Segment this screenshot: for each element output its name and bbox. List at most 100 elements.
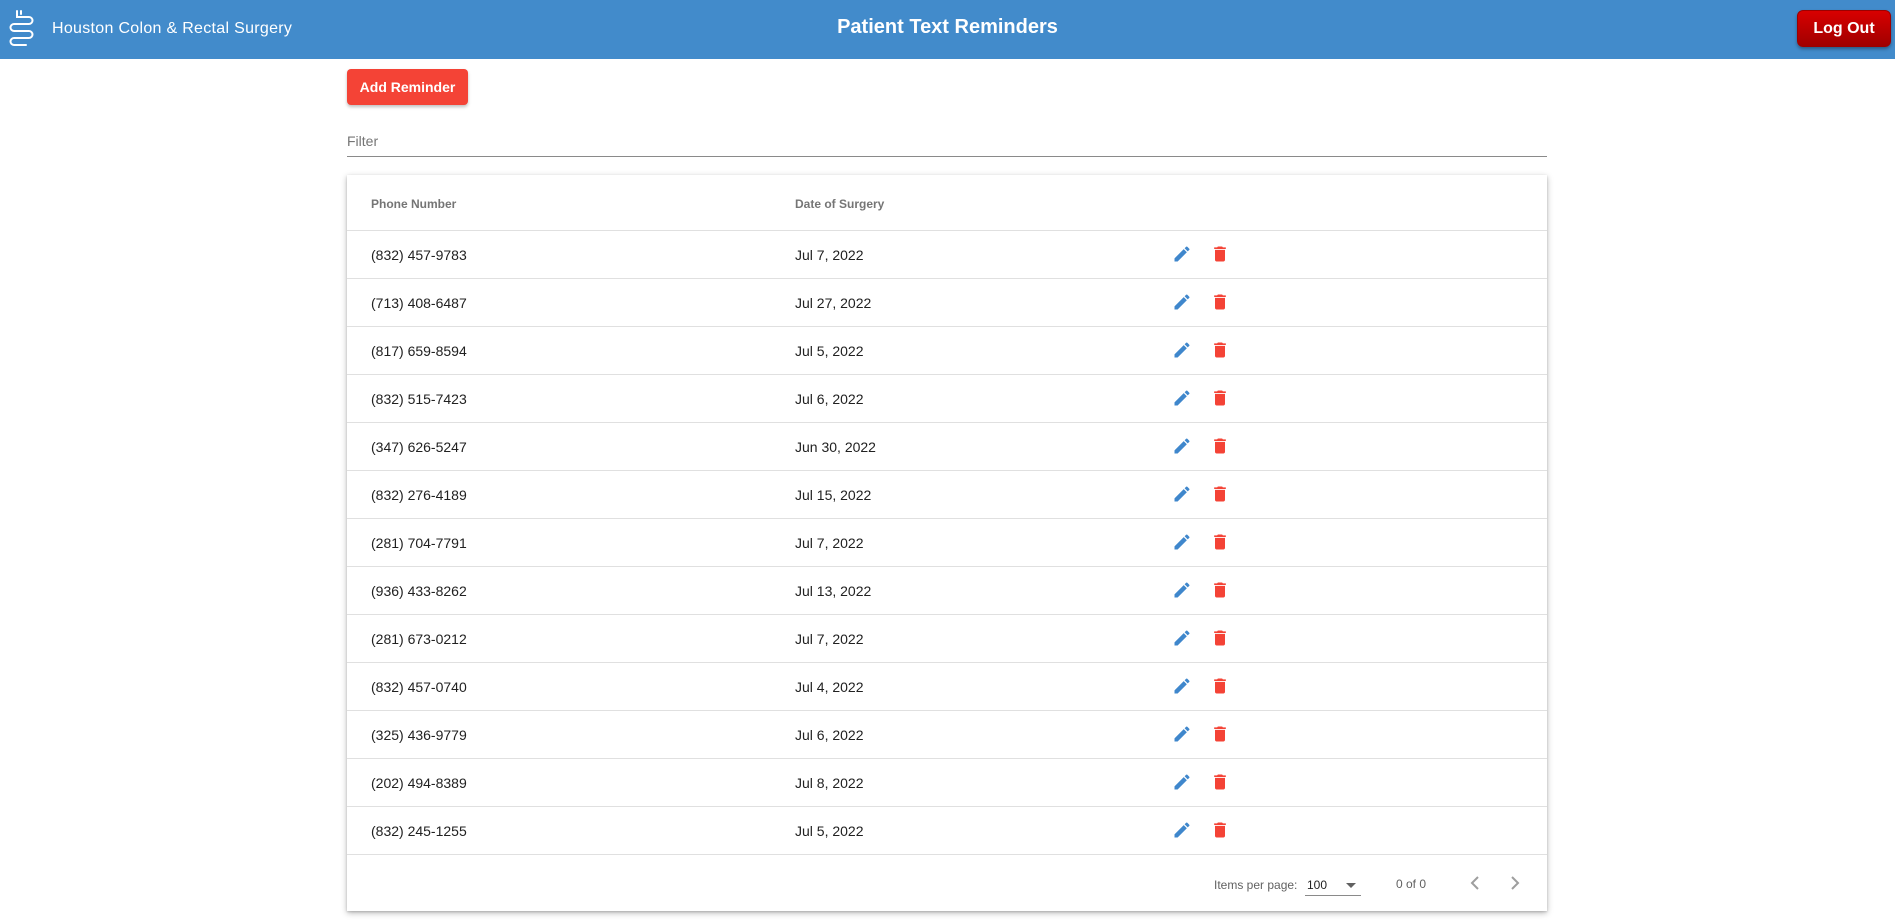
phone-number-cell: (832) 245-1255 <box>371 823 467 839</box>
row-actions <box>1170 531 1232 555</box>
trash-icon <box>1210 580 1230 603</box>
trash-icon <box>1210 484 1230 507</box>
phone-number-cell: (936) 433-8262 <box>371 583 467 599</box>
delete-button[interactable] <box>1208 243 1232 267</box>
edit-button[interactable] <box>1170 483 1194 507</box>
table-row: (202) 494-8389 Jul 8, 2022 <box>347 759 1547 807</box>
surgery-date-cell: Jul 6, 2022 <box>795 391 864 407</box>
top-bar: Houston Colon & Rectal Surgery Patient T… <box>0 0 1895 59</box>
paginator: Items per page: 100 0 of 0 <box>347 856 1547 911</box>
row-actions <box>1170 675 1232 699</box>
pencil-icon <box>1172 388 1192 411</box>
row-actions <box>1170 243 1232 267</box>
surgery-date-cell: Jul 8, 2022 <box>795 775 864 791</box>
page-title: Patient Text Reminders <box>837 16 1058 38</box>
filter-input[interactable] <box>347 128 1547 154</box>
row-actions <box>1170 723 1232 747</box>
trash-icon <box>1210 436 1230 459</box>
delete-button[interactable] <box>1208 387 1232 411</box>
pencil-icon <box>1172 772 1192 795</box>
edit-button[interactable] <box>1170 531 1194 555</box>
table-row: (281) 704-7791 Jul 7, 2022 <box>347 519 1547 567</box>
table-row: (817) 659-8594 Jul 5, 2022 <box>347 327 1547 375</box>
delete-button[interactable] <box>1208 819 1232 843</box>
row-actions <box>1170 819 1232 843</box>
pencil-icon <box>1172 724 1192 747</box>
delete-button[interactable] <box>1208 339 1232 363</box>
surgery-date-cell: Jul 4, 2022 <box>795 679 864 695</box>
surgery-date-cell: Jul 5, 2022 <box>795 823 864 839</box>
logout-button[interactable]: Log Out <box>1797 10 1891 47</box>
phone-number-cell: (325) 436-9779 <box>371 727 467 743</box>
pencil-icon <box>1172 580 1192 603</box>
delete-button[interactable] <box>1208 723 1232 747</box>
delete-button[interactable] <box>1208 579 1232 603</box>
page-range-label: 0 of 0 <box>1396 877 1427 891</box>
row-actions <box>1170 771 1232 795</box>
pencil-icon <box>1172 820 1192 843</box>
delete-button[interactable] <box>1208 531 1232 555</box>
table-row: (832) 276-4189 Jul 15, 2022 <box>347 471 1547 519</box>
row-actions <box>1170 291 1232 315</box>
edit-button[interactable] <box>1170 339 1194 363</box>
delete-button[interactable] <box>1208 435 1232 459</box>
surgery-date-cell: Jul 13, 2022 <box>795 583 872 599</box>
edit-button[interactable] <box>1170 435 1194 459</box>
table-row: (832) 245-1255 Jul 5, 2022 <box>347 807 1547 855</box>
phone-number-cell: (832) 515-7423 <box>371 391 467 407</box>
chevron-right-icon <box>1503 876 1527 898</box>
edit-button[interactable] <box>1170 819 1194 843</box>
phone-number-cell: (281) 704-7791 <box>371 535 467 551</box>
edit-button[interactable] <box>1170 627 1194 651</box>
filter-field[interactable] <box>347 128 1547 157</box>
phone-number-cell: (832) 457-9783 <box>371 247 467 263</box>
trash-icon <box>1210 676 1230 699</box>
edit-button[interactable] <box>1170 387 1194 411</box>
trash-icon <box>1210 388 1230 411</box>
chevron-left-icon <box>1463 876 1487 898</box>
edit-button[interactable] <box>1170 771 1194 795</box>
edit-button[interactable] <box>1170 675 1194 699</box>
trash-icon <box>1210 724 1230 747</box>
edit-button[interactable] <box>1170 723 1194 747</box>
edit-button[interactable] <box>1170 579 1194 603</box>
delete-button[interactable] <box>1208 771 1232 795</box>
surgery-date-cell: Jul 6, 2022 <box>795 727 864 743</box>
pencil-icon <box>1172 676 1192 699</box>
phone-number-cell: (347) 626-5247 <box>371 439 467 455</box>
edit-button[interactable] <box>1170 243 1194 267</box>
delete-button[interactable] <box>1208 675 1232 699</box>
table-header: Phone Number Date of Surgery <box>347 175 1547 231</box>
table-row: (713) 408-6487 Jul 27, 2022 <box>347 279 1547 327</box>
trash-icon <box>1210 244 1230 267</box>
phone-number-cell: (713) 408-6487 <box>371 295 467 311</box>
delete-button[interactable] <box>1208 291 1232 315</box>
previous-page-button[interactable] <box>1463 871 1487 898</box>
column-header-date[interactable]: Date of Surgery <box>795 197 884 211</box>
pencil-icon <box>1172 628 1192 651</box>
pencil-icon <box>1172 340 1192 363</box>
surgery-date-cell: Jul 15, 2022 <box>795 487 872 503</box>
pencil-icon <box>1172 532 1192 555</box>
column-header-phone[interactable]: Phone Number <box>371 197 456 211</box>
surgery-date-cell: Jul 7, 2022 <box>795 631 864 647</box>
surgery-date-cell: Jul 5, 2022 <box>795 343 864 359</box>
phone-number-cell: (281) 673-0212 <box>371 631 467 647</box>
delete-button[interactable] <box>1208 627 1232 651</box>
phone-number-cell: (832) 457-0740 <box>371 679 467 695</box>
surgery-date-cell: Jul 7, 2022 <box>795 535 864 551</box>
next-page-button[interactable] <box>1503 871 1527 898</box>
table-row: (832) 457-0740 Jul 4, 2022 <box>347 663 1547 711</box>
pencil-icon <box>1172 484 1192 507</box>
table-body: (832) 457-9783 Jul 7, 2022 (713) 408-6487 J… <box>347 231 1547 855</box>
edit-button[interactable] <box>1170 291 1194 315</box>
add-reminder-button[interactable]: Add Reminder <box>347 69 468 105</box>
delete-button[interactable] <box>1208 483 1232 507</box>
items-per-page-select[interactable]: 100 <box>1305 874 1361 896</box>
surgery-date-cell: Jun 30, 2022 <box>795 439 876 455</box>
row-actions <box>1170 483 1232 507</box>
surgery-date-cell: Jul 7, 2022 <box>795 247 864 263</box>
table-row: (347) 626-5247 Jun 30, 2022 <box>347 423 1547 471</box>
surgery-date-cell: Jul 27, 2022 <box>795 295 872 311</box>
dropdown-arrow-icon <box>1345 879 1357 893</box>
